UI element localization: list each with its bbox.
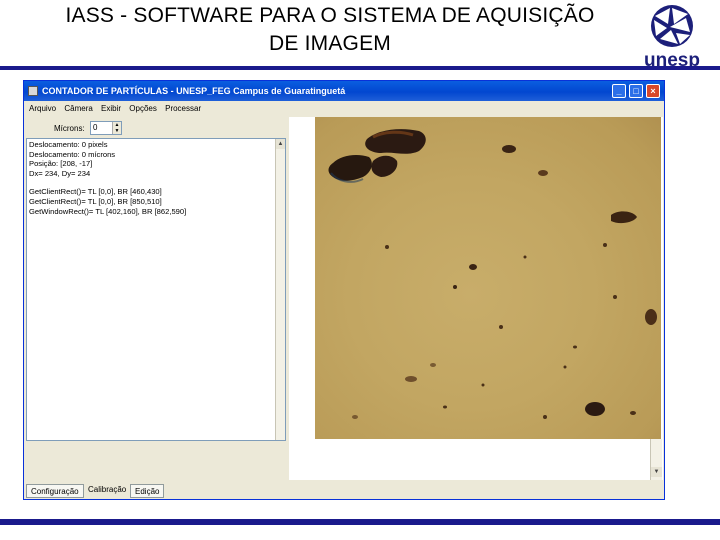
spin-arrows-icon[interactable]: ▲ ▼: [112, 122, 121, 134]
microns-stepper[interactable]: 0 ▲ ▼: [90, 121, 122, 135]
close-button[interactable]: ×: [646, 84, 660, 98]
microns-value: 0: [93, 123, 98, 132]
menu-processar[interactable]: Processar: [165, 104, 201, 113]
header-rule: [0, 66, 720, 70]
slide-title-line1: IASS - SOFTWARE PARA O SISTEMA DE AQUISI…: [65, 4, 595, 27]
info-line: Dx= 234, Dy= 234: [29, 168, 91, 178]
menu-camera[interactable]: Câmera: [64, 104, 92, 113]
app-window: CONTADOR DE PARTÍCULAS - UNESP_FEG Campu…: [23, 80, 665, 500]
tab-edicao[interactable]: Edição: [130, 484, 165, 498]
menubar: Arquivo Câmera Exibir Opções Processar: [24, 102, 664, 116]
globe-icon: [651, 5, 693, 47]
window-title: CONTADOR DE PARTÍCULAS - UNESP_FEG Campu…: [42, 86, 346, 96]
info-line: Deslocamento: 0 mícrons: [29, 149, 116, 159]
microns-label: Mícrons:: [54, 124, 85, 133]
viewer-scrollbar[interactable]: ▼: [650, 439, 662, 480]
footer-rule: [0, 519, 720, 525]
rect-line: GetWindowRect()= TL [402,160], BR [862,5…: [29, 206, 187, 216]
info-line: Deslocamento: 0 pixels: [29, 140, 108, 149]
info-line: Posição: [208, -17]: [29, 159, 93, 169]
window-titlebar[interactable]: CONTADOR DE PARTÍCULAS - UNESP_FEG Campu…: [24, 81, 664, 101]
app-icon: [28, 86, 38, 96]
scroll-down-icon[interactable]: ▼: [651, 467, 662, 477]
rect-line: GetClientRect()= TL [0,0], BR [850,510]: [29, 196, 162, 206]
info-textbox[interactable]: Deslocamento: 0 pixels Deslocamento: 0 m…: [26, 138, 286, 441]
menu-arquivo[interactable]: Arquivo: [29, 104, 56, 113]
slide-title: IASS - SOFTWARE PARA O SISTEMA DE AQUISI…: [0, 2, 660, 58]
slide-title-line2: DE IMAGEM: [269, 32, 391, 55]
image-viewer: ▼: [289, 117, 663, 480]
tab-calibracao[interactable]: Calibração: [84, 482, 130, 498]
info-scrollbar[interactable]: ▲: [275, 139, 285, 440]
maximize-button[interactable]: □: [629, 84, 643, 98]
scroll-up-icon[interactable]: ▲: [276, 139, 285, 149]
unesp-logo: unesp: [640, 2, 704, 72]
microscope-image[interactable]: [315, 117, 661, 439]
menu-exibir[interactable]: Exibir: [101, 104, 121, 113]
menu-opcoes[interactable]: Opções: [129, 104, 157, 113]
rect-line: GetClientRect()= TL [0,0], BR [460,430]: [29, 187, 162, 197]
particles-image: [328, 129, 657, 419]
minimize-button[interactable]: _: [612, 84, 626, 98]
tab-configuracao[interactable]: Configuração: [26, 484, 84, 498]
